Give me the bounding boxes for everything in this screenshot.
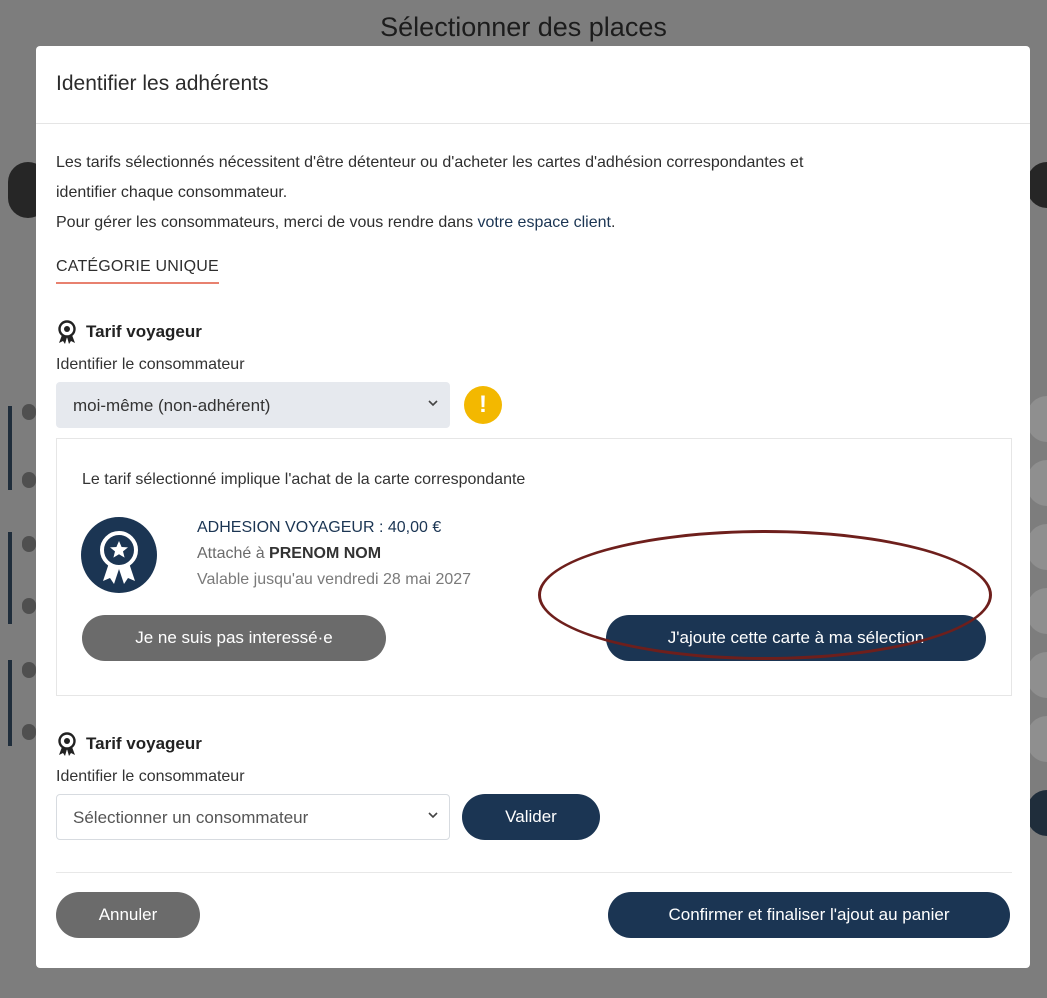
chevron-down-icon: [428, 812, 438, 819]
tarif-heading: Tarif voyageur: [56, 732, 202, 756]
identify-members-modal: Identifier les adhérents Les tarifs séle…: [36, 46, 1030, 968]
consumer-select-value: moi-même (non-adhérent): [73, 396, 271, 415]
background-element: [22, 536, 36, 552]
background-element: [8, 660, 12, 746]
background-element: [22, 598, 36, 614]
tarif-heading: Tarif voyageur: [56, 320, 202, 344]
card-notice: Le tarif sélectionné implique l'achat de…: [82, 471, 526, 488]
customer-space-link[interactable]: votre espace client: [478, 214, 611, 231]
consumer-select[interactable]: moi-même (non-adhérent): [56, 382, 450, 428]
category-tab[interactable]: CATÉGORIE UNIQUE: [56, 258, 219, 284]
consumer-field-label: Identifier le consommateur: [56, 356, 245, 373]
consumer-field-label: Identifier le consommateur: [56, 768, 245, 785]
card-attached-to: Attaché à PRENOM NOM: [197, 545, 381, 563]
validate-button[interactable]: Valider: [462, 794, 600, 840]
card-name-price: ADHESION VOYAGEUR : 40,00 €: [197, 519, 442, 536]
star-medal-icon: [81, 517, 157, 593]
intro-text: Pour gérer les consommateurs, merci de v…: [56, 208, 1006, 238]
page-title: Sélectionner des places: [380, 12, 667, 42]
tarif-heading-label: Tarif voyageur: [86, 734, 202, 753]
add-card-button[interactable]: J'ajoute cette carte à ma sélection: [606, 615, 986, 661]
award-ribbon-icon: [58, 320, 76, 344]
intro-text: identifier chaque consommateur.: [56, 184, 288, 201]
cancel-button[interactable]: Annuler: [56, 892, 200, 938]
intro-text-suffix: .: [610, 214, 616, 231]
background-element: [22, 472, 36, 488]
intro-text-prefix: Pour gérer les consommateurs, merci de v…: [56, 214, 478, 231]
modal-intro: Les tarifs sélectionnés nécessitent d'êt…: [56, 148, 1006, 238]
tarif-heading-label: Tarif voyageur: [86, 322, 202, 341]
intro-text: Les tarifs sélectionnés nécessitent d'êt…: [56, 154, 804, 171]
consumer-select-placeholder: Sélectionner un consommateur: [73, 808, 309, 827]
background-element: [8, 532, 12, 624]
confirm-add-to-cart-button[interactable]: Confirmer et finaliser l'ajout au panier: [608, 892, 1010, 938]
chevron-down-icon: [428, 400, 438, 407]
background-element: [22, 404, 36, 420]
consumer-select[interactable]: Sélectionner un consommateur: [56, 794, 450, 840]
background-element: [22, 662, 36, 678]
card-holder-name: PRENOM NOM: [269, 545, 382, 562]
award-ribbon-icon: [58, 732, 76, 756]
background-element: [8, 406, 12, 490]
modal-title: Identifier les adhérents: [36, 46, 1030, 124]
membership-card-offer: Le tarif sélectionné implique l'achat de…: [56, 438, 1012, 696]
card-validity: Valable jusqu'au vendredi 28 mai 2027: [197, 571, 472, 588]
card-attached-prefix: Attaché à: [197, 545, 270, 562]
footer-divider: [56, 872, 1012, 873]
not-interested-button[interactable]: Je ne suis pas interessé·e: [82, 615, 386, 661]
background-element: [22, 724, 36, 740]
exclamation-icon: !: [464, 386, 502, 424]
